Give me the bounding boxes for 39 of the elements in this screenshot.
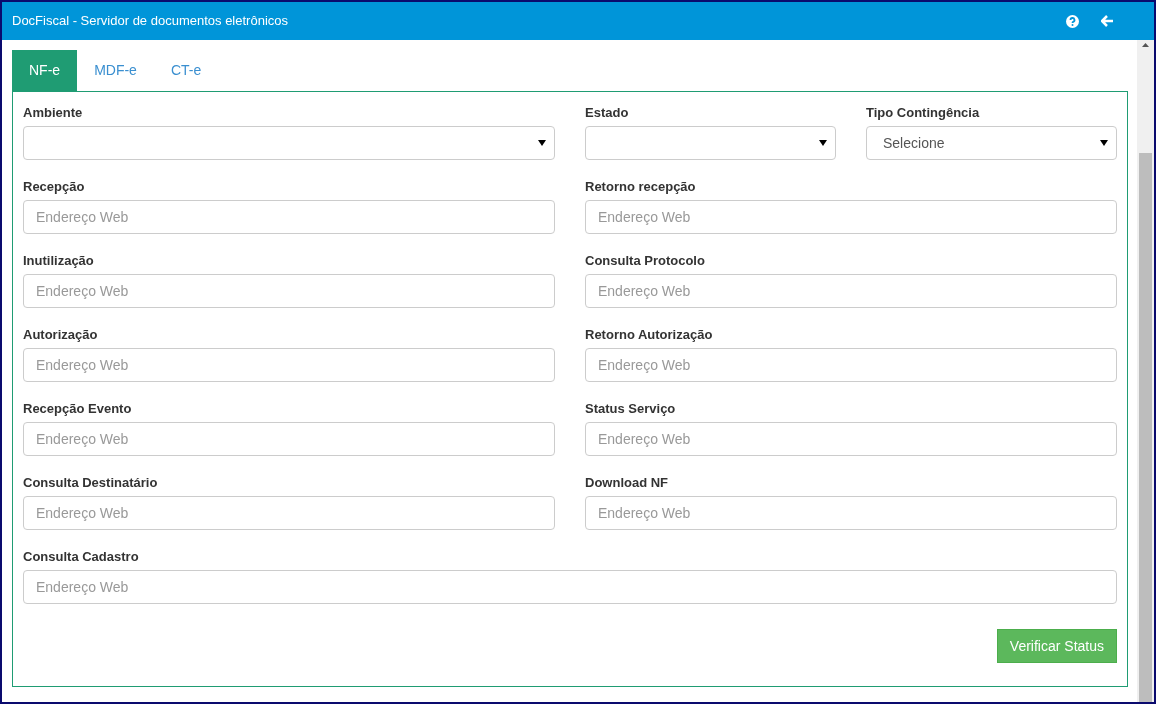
scroll-up-icon[interactable] (1142, 43, 1149, 47)
caret-icon (819, 140, 827, 146)
input-field[interactable]: Endereço Web (585, 274, 1117, 308)
field-label: Autorização (23, 326, 99, 344)
input-field[interactable]: Endereço Web (585, 422, 1117, 456)
field-label: Download NF (585, 474, 670, 492)
field-label: Ambiente (23, 104, 84, 122)
scroll-thumb[interactable] (1139, 153, 1152, 702)
dropdown[interactable] (23, 126, 555, 160)
input-field[interactable]: Endereço Web (585, 200, 1117, 234)
input-field[interactable]: Endereço Web (23, 348, 555, 382)
field-label: Estado (585, 104, 630, 122)
caret-icon (1100, 140, 1108, 146)
field-label: Retorno Autorização (585, 326, 714, 344)
window-title: DocFiscal - Servidor de documentos eletrônicos (12, 12, 288, 31)
input-field[interactable]: Endereço Web (585, 496, 1117, 530)
input-field[interactable]: Endereço Web (23, 274, 555, 308)
input-field[interactable]: Endereço Web (23, 422, 555, 456)
dropdown[interactable] (585, 126, 836, 160)
help-icon[interactable] (1066, 14, 1079, 28)
field-label: Tipo Contingência (866, 104, 981, 122)
input-field[interactable]: Endereço Web (23, 570, 1117, 604)
field-label: Status Serviço (585, 400, 677, 418)
field-label: Inutilização (23, 252, 95, 270)
field-label: Consulta Destinatário (23, 474, 159, 492)
field-label: Consulta Cadastro (23, 548, 140, 566)
field-label: Recepção Evento (23, 400, 133, 418)
dropdown[interactable]: Selecione (866, 126, 1117, 160)
verify-status-button[interactable]: Verificar Status (996, 629, 1117, 663)
input-field[interactable]: Endereço Web (23, 200, 555, 234)
caret-icon (538, 140, 546, 146)
input-field[interactable]: Endereço Web (585, 348, 1117, 382)
scrollbar[interactable] (1137, 40, 1154, 702)
input-field[interactable]: Endereço Web (23, 496, 555, 530)
tab[interactable]: NF-e (12, 50, 78, 91)
field-label: Retorno recepção (585, 178, 697, 196)
field-label: Recepção (23, 178, 86, 196)
field-label: Consulta Protocolo (585, 252, 706, 270)
back-arrow-icon[interactable] (1101, 15, 1114, 27)
